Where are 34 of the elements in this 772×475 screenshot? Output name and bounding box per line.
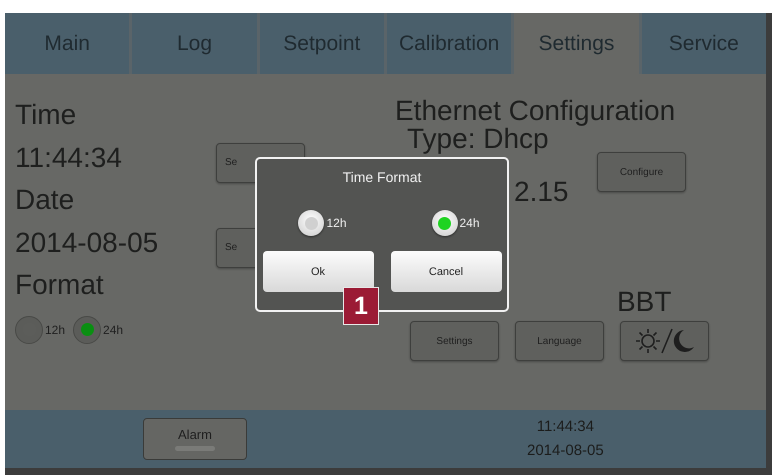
settings-button[interactable]: Language xyxy=(515,321,604,361)
alarm-button[interactable]: Alarm xyxy=(143,418,247,460)
time-value: 11:44:34 xyxy=(15,140,123,174)
ok-button[interactable]: Ok xyxy=(262,251,374,292)
date-heading: Date xyxy=(15,183,74,217)
tab[interactable]: Service xyxy=(642,13,766,74)
day-night-button[interactable] xyxy=(620,321,709,361)
ethernet-heading: Ethernet Configuration xyxy=(395,94,676,128)
radio-label: 12h xyxy=(45,322,66,336)
date-value: 2014-08-05 xyxy=(15,226,160,260)
ip-address: 2.15 xyxy=(514,175,568,209)
status-time: 11:44:34 xyxy=(536,417,594,437)
status-date: 2014-08-05 xyxy=(527,441,604,461)
tab[interactable]: Log xyxy=(132,13,257,74)
radio-button[interactable] xyxy=(432,210,458,236)
tab[interactable]: Setpoint xyxy=(260,13,384,74)
radio-button[interactable] xyxy=(298,210,324,236)
tab[interactable]: Calibration xyxy=(386,13,512,74)
radio-label: 12h xyxy=(326,216,346,230)
dialog-title: Time Format xyxy=(342,169,422,185)
tab[interactable]: Settings xyxy=(514,13,639,74)
radio-button[interactable] xyxy=(15,316,43,344)
callout-badge: 1 xyxy=(343,287,379,325)
cancel-button[interactable]: Cancel xyxy=(390,251,502,292)
settings-button[interactable]: Settings xyxy=(410,321,499,361)
format-heading: Format xyxy=(15,268,104,302)
time-heading: Time xyxy=(15,98,76,132)
tab[interactable]: Main xyxy=(5,13,130,74)
radio-label: 24h xyxy=(460,216,480,230)
radio-label: 24h xyxy=(103,322,124,336)
bbt-heading: BBT xyxy=(617,287,672,317)
radio-button[interactable] xyxy=(73,316,102,344)
sun-moon-icon xyxy=(634,326,696,356)
configure-button[interactable]: Configure xyxy=(597,152,686,192)
